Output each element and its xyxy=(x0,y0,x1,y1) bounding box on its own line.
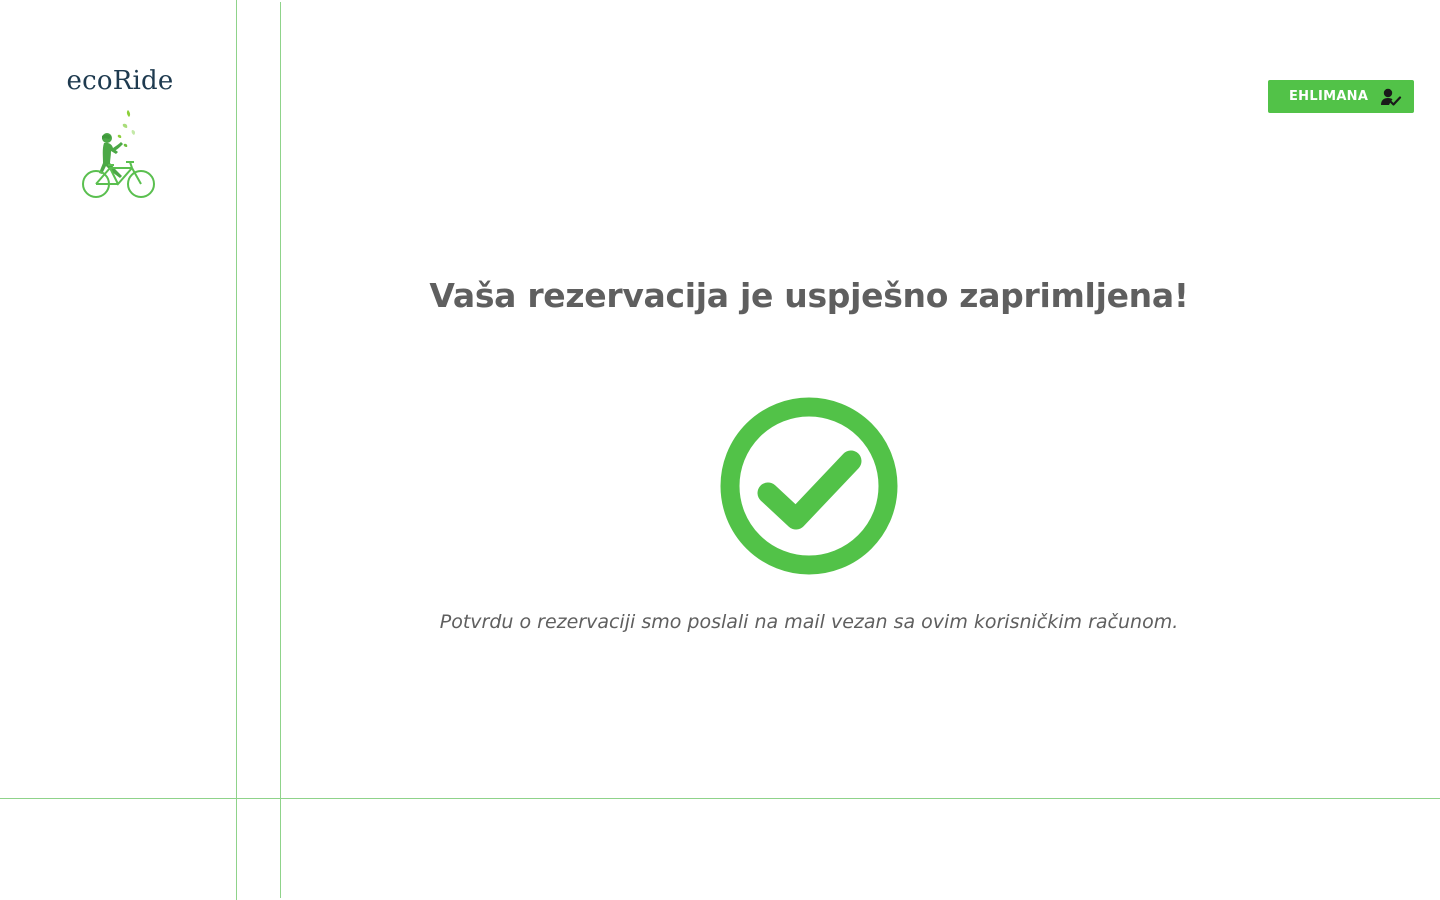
main-content: Vaša rezervacija je uspješno zaprimljena… xyxy=(281,0,1337,798)
user-check-icon xyxy=(1381,88,1402,106)
brand-name: ecoRide xyxy=(66,66,174,96)
page: ecoRide EHLIMANA Vaša rezervacija je usp… xyxy=(0,0,1440,900)
sidebar-divider xyxy=(236,0,237,900)
cyclist-logo-icon xyxy=(82,110,155,198)
brand-logo[interactable]: ecoRide xyxy=(60,64,180,204)
check-circle-icon xyxy=(720,397,898,575)
footer-divider xyxy=(0,798,1440,799)
page-title: Vaša rezervacija je uspješno zaprimljena… xyxy=(429,276,1189,315)
confirmation-message: Potvrdu o rezervaciji smo poslali na mai… xyxy=(439,611,1179,633)
